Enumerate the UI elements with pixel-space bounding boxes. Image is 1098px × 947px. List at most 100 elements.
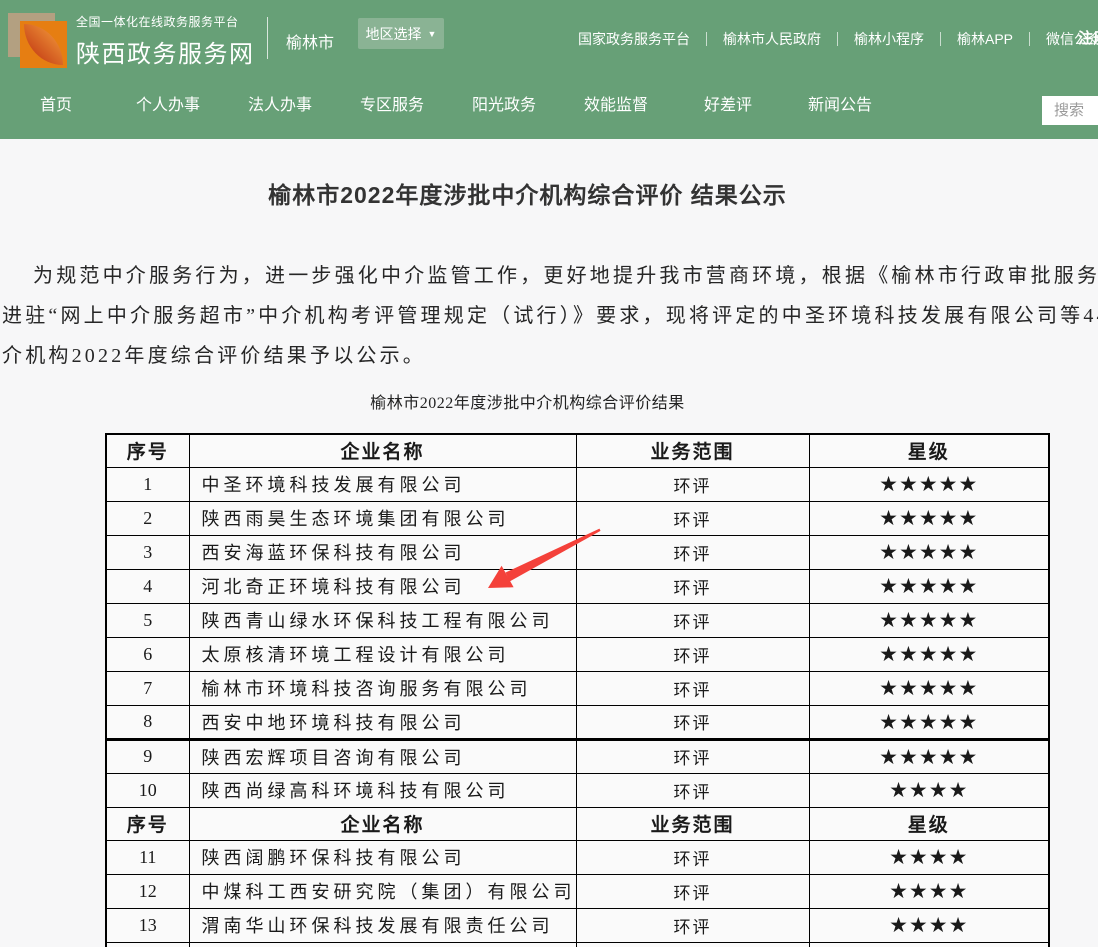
nav-item-zone-services[interactable]: 专区服务 xyxy=(336,75,448,139)
cell-stars: ★★★★★ xyxy=(809,569,1049,603)
cell-no: 13 xyxy=(106,908,189,942)
cell-stars: ★★★★★ xyxy=(809,603,1049,637)
cell-no: 11 xyxy=(106,840,189,874)
cell-stars: ★★★★★ xyxy=(809,467,1049,501)
cell-scope: 环评 xyxy=(576,467,809,501)
cell-stars: ★★★★★ xyxy=(809,501,1049,535)
main-nav: 首页 个人办事 法人办事 专区服务 阳光政务 效能监督 好差评 新闻公告 xyxy=(0,75,1098,139)
register-link[interactable]: 注册 xyxy=(1078,27,1098,48)
site-header: 全国一体化在线政务服务平台 陕西政务服务网 榆林市 地区选择 ▼ 国家政务服务平… xyxy=(0,0,1098,139)
cell-no: 6 xyxy=(106,637,189,671)
link-separator xyxy=(706,32,707,46)
cell-scope: 环评 xyxy=(576,637,809,671)
cell-stars xyxy=(809,942,1049,947)
nav-item-news[interactable]: 新闻公告 xyxy=(784,75,896,139)
cell-scope xyxy=(576,942,809,947)
cell-no: 9 xyxy=(106,739,189,773)
eval-table-body: 序号企业名称业务范围星级1中圣环境科技发展有限公司环评★★★★★2陕西雨昊生态环… xyxy=(106,434,1049,947)
cell-name: 陕西宏辉项目咨询有限公司 xyxy=(189,739,576,773)
nav-item-home[interactable]: 首页 xyxy=(0,75,112,139)
table-row: 9陕西宏辉项目咨询有限公司环评★★★★★ xyxy=(106,739,1049,773)
announcement-paragraph: 为规范中介服务行为，进一步强化中介监管工作，更好地提升我市营商环境，根据《榆林市… xyxy=(2,256,1098,376)
table-row: 6太原核清环境工程设计有限公司环评★★★★★ xyxy=(106,637,1049,671)
cell-name: 中煤科工西安研究院（集团）有限公司 xyxy=(189,874,576,908)
cell-name: 河北奇正环境科技有限公司 xyxy=(189,569,576,603)
table-row: 10陕西尚绿高科环境科技有限公司环评★★★★ xyxy=(106,773,1049,807)
table-row: 7榆林市环境科技咨询服务有限公司环评★★★★★ xyxy=(106,671,1049,705)
paragraph-line: 介机构2022年度综合评价结果予以公示。 xyxy=(2,336,1098,376)
cell-stars: ★★★★ xyxy=(809,840,1049,874)
column-header: 业务范围 xyxy=(576,807,809,840)
paragraph-line: 进驻“网上中介服务超市”中介机构考评管理规定（试行）》要求，现将评定的中圣环境科… xyxy=(2,296,1098,336)
top-link-national-platform[interactable]: 国家政务服务平台 xyxy=(578,29,690,49)
column-header: 星级 xyxy=(809,434,1049,467)
cell-scope: 环评 xyxy=(576,603,809,637)
table-header-row: 序号企业名称业务范围星级 xyxy=(106,807,1049,840)
cell-name: 中圣环境科技发展有限公司 xyxy=(189,467,576,501)
cell-name: 陕西阔鹏环保科技有限公司 xyxy=(189,840,576,874)
cell-no: 12 xyxy=(106,874,189,908)
nav-item-efficiency-supervision[interactable]: 效能监督 xyxy=(560,75,672,139)
table-caption: 榆林市2022年度涉批中介机构综合评价结果 xyxy=(0,389,1055,413)
site-logo[interactable] xyxy=(8,9,68,69)
cell-scope: 环评 xyxy=(576,874,809,908)
cell-stars: ★★★★★ xyxy=(809,637,1049,671)
cell-name: 榆林市环境科技咨询服务有限公司 xyxy=(189,671,576,705)
cell-scope: 环评 xyxy=(576,535,809,569)
cell-name: 西安中地环境科技有限公司 xyxy=(189,705,576,739)
search-input[interactable] xyxy=(1042,96,1098,125)
site-name: 陕西政务服务网 xyxy=(76,34,255,69)
table-row: 4河北奇正环境科技有限公司环评★★★★★ xyxy=(106,569,1049,603)
cell-no: 3 xyxy=(106,535,189,569)
nav-item-personal[interactable]: 个人办事 xyxy=(112,75,224,139)
cell-scope: 环评 xyxy=(576,705,809,739)
cell-no: 1 xyxy=(106,467,189,501)
top-link-app[interactable]: 榆林APP xyxy=(957,29,1013,49)
cell-stars: ★★★★★ xyxy=(809,671,1049,705)
cell-no: 10 xyxy=(106,773,189,807)
table-row: 1中圣环境科技发展有限公司环评★★★★★ xyxy=(106,467,1049,501)
column-header: 企业名称 xyxy=(189,807,576,840)
cell-stars: ★★★★ xyxy=(809,908,1049,942)
cell-name: 陕西尚绿高科环境科技有限公司 xyxy=(189,773,576,807)
cell-scope: 环评 xyxy=(576,671,809,705)
cell-no: 7 xyxy=(106,671,189,705)
table-header-row: 序号企业名称业务范围星级 xyxy=(106,434,1049,467)
cell-no: 5 xyxy=(106,603,189,637)
link-separator xyxy=(1029,32,1030,46)
table-row: 12中煤科工西安研究院（集团）有限公司环评★★★★ xyxy=(106,874,1049,908)
cell-stars: ★★★★★ xyxy=(809,705,1049,739)
top-links: 国家政务服务平台 榆林市人民政府 榆林小程序 榆林APP 微信公众号 xyxy=(578,29,1098,49)
cell-no xyxy=(106,942,189,947)
column-header: 企业名称 xyxy=(189,434,576,467)
column-header: 业务范围 xyxy=(576,434,809,467)
header-divider xyxy=(267,17,268,59)
region-selector-button[interactable]: 地区选择 ▼ xyxy=(358,18,444,49)
cell-scope: 环评 xyxy=(576,501,809,535)
table-row: 8西安中地环境科技有限公司环评★★★★★ xyxy=(106,705,1049,739)
nav-item-open-government[interactable]: 阳光政务 xyxy=(448,75,560,139)
cell-scope: 环评 xyxy=(576,569,809,603)
cell-scope: 环评 xyxy=(576,773,809,807)
cell-name: 陕西雨昊生态环境集团有限公司 xyxy=(189,501,576,535)
column-header: 序号 xyxy=(106,807,189,840)
cell-scope: 环评 xyxy=(576,908,809,942)
cell-no: 4 xyxy=(106,569,189,603)
nav-item-rating[interactable]: 好差评 xyxy=(672,75,784,139)
column-header: 星级 xyxy=(809,807,1049,840)
cell-no: 8 xyxy=(106,705,189,739)
cell-name: 陕西青山绿水环保科技工程有限公司 xyxy=(189,603,576,637)
cell-name xyxy=(189,942,576,947)
table-row: 3西安海蓝环保科技有限公司环评★★★★★ xyxy=(106,535,1049,569)
nav-item-legal-person[interactable]: 法人办事 xyxy=(224,75,336,139)
platform-tagline: 全国一体化在线政务服务平台 xyxy=(76,13,255,30)
top-link-mini-program[interactable]: 榆林小程序 xyxy=(854,29,924,49)
paragraph-line: 为规范中介服务行为，进一步强化中介监管工作，更好地提升我市营商环境，根据《榆林市… xyxy=(2,256,1098,296)
column-header: 序号 xyxy=(106,434,189,467)
brand-text: 全国一体化在线政务服务平台 陕西政务服务网 xyxy=(76,13,255,69)
cell-stars: ★★★★ xyxy=(809,874,1049,908)
cell-scope: 环评 xyxy=(576,840,809,874)
cell-scope: 环评 xyxy=(576,739,809,773)
region-selector-label: 地区选择 xyxy=(366,24,422,44)
top-link-city-government[interactable]: 榆林市人民政府 xyxy=(723,29,821,49)
